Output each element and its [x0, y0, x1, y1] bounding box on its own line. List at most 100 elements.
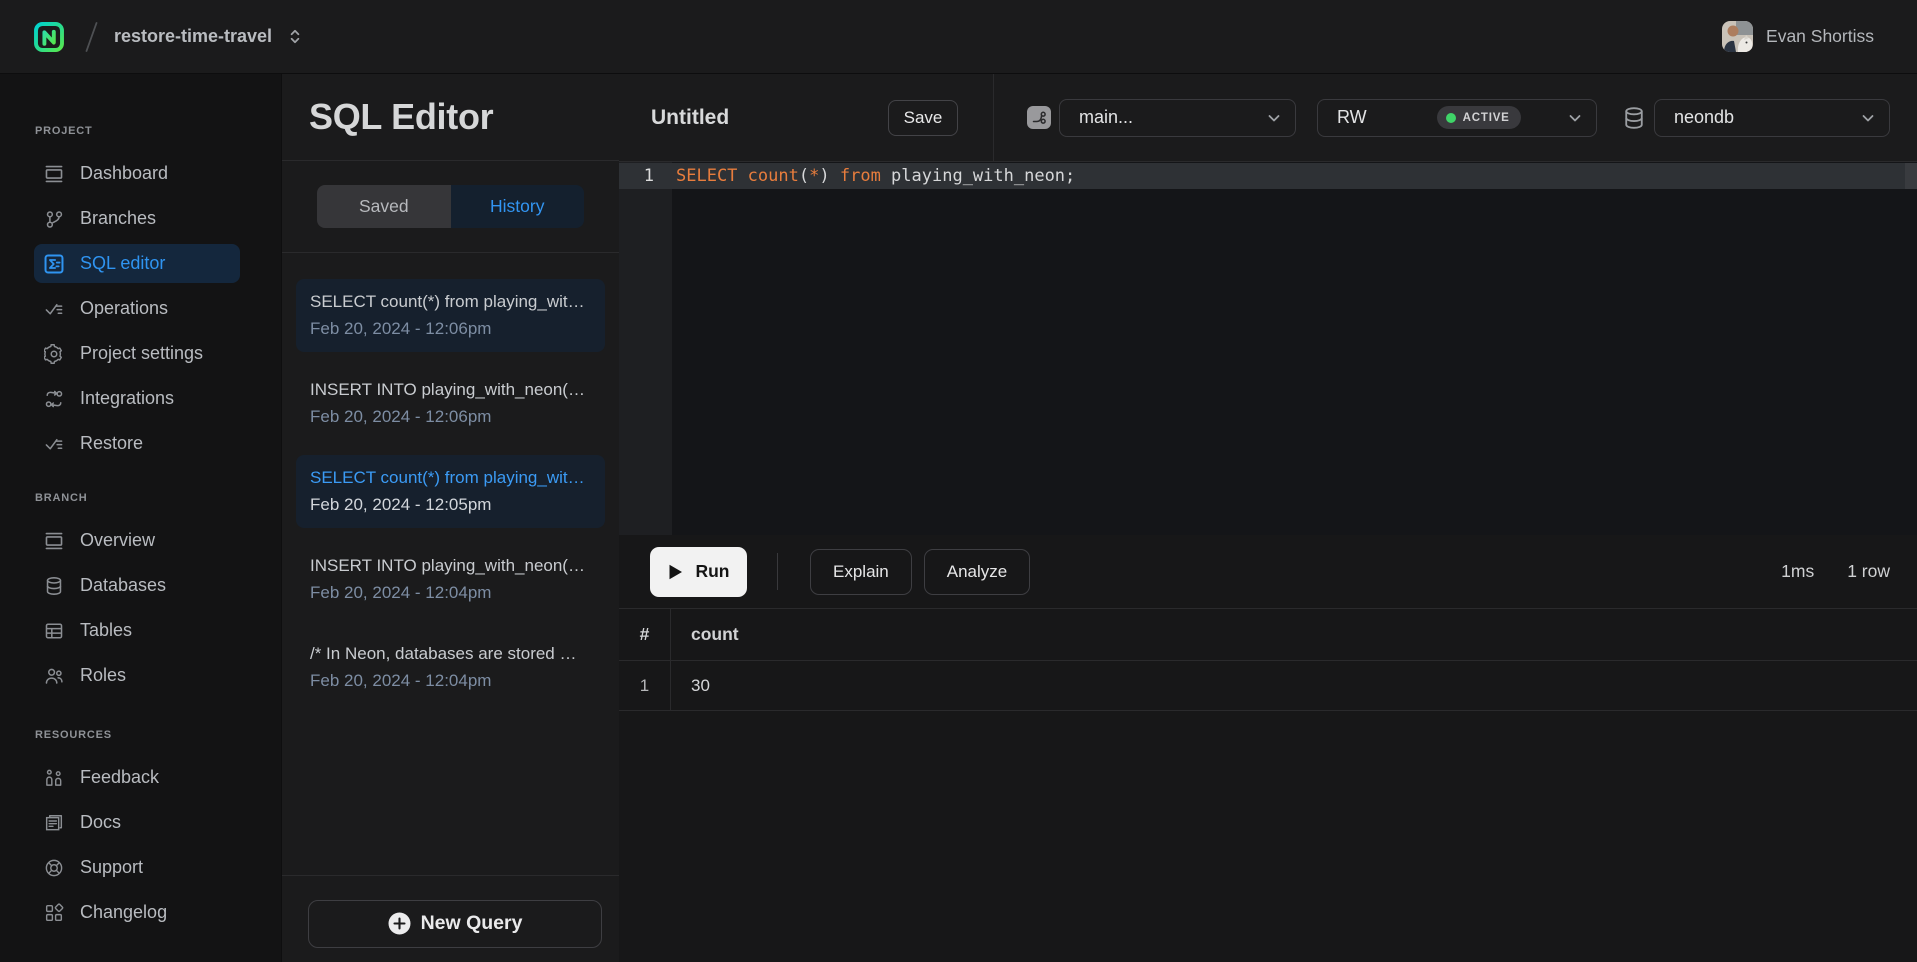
tab-saved[interactable]: Saved [317, 185, 451, 228]
code-editor[interactable]: 1 SELECT count(*) from playing_with_neon… [619, 162, 1917, 535]
sidebar: PROJECT Dashboard Branches SQL editor Operat… [0, 74, 281, 962]
query-actions-row: Run Explain Analyze 1ms 1 row [619, 535, 1917, 608]
feedback-icon [44, 768, 64, 788]
sidebar-item-label: Feedback [80, 767, 159, 788]
compute-select[interactable]: RW ACTIVE [1317, 99, 1597, 137]
history-item[interactable]: SELECT count(*) from playing_wit…Feb 20,… [296, 455, 605, 528]
history-item[interactable]: /* In Neon, databases are stored …Feb 20… [296, 631, 605, 704]
explain-button[interactable]: Explain [810, 549, 912, 595]
sidebar-item-restore[interactable]: Restore [34, 424, 240, 463]
branch-icon [1027, 106, 1051, 129]
neon-logo-icon[interactable] [34, 22, 64, 52]
sidebar-item-label: Restore [80, 433, 143, 454]
queries-tabs-row: Saved History [282, 161, 619, 253]
sidebar-item-databases[interactable]: Databases [34, 566, 240, 605]
sidebar-item-roles[interactable]: Roles [34, 656, 240, 695]
sidebar-item-label: Project settings [80, 343, 203, 364]
sidebar-item-operations[interactable]: Operations [34, 289, 240, 328]
sidebar-item-integrations[interactable]: Integrations [34, 379, 240, 418]
user-avatar[interactable] [1722, 21, 1753, 52]
overview-icon [44, 531, 64, 551]
dashboard-icon [44, 164, 64, 184]
changelog-icon [44, 903, 64, 923]
history-item[interactable]: INSERT INTO playing_with_neon(…Feb 20, 2… [296, 543, 605, 616]
query-duration: 1ms [1781, 561, 1814, 582]
chevron-down-icon [1567, 110, 1583, 126]
sidebar-item-label: Support [80, 857, 143, 878]
page-title: SQL Editor [309, 96, 493, 138]
topbar-user-area: Evan Shortiss [1722, 21, 1917, 52]
history-item-query: SELECT count(*) from playing_wit… [310, 464, 591, 491]
history-item-timestamp: Feb 20, 2024 - 12:06pm [310, 403, 591, 430]
sidebar-item-changelog[interactable]: Changelog [34, 893, 240, 932]
branches-icon [44, 209, 64, 229]
branch-select[interactable]: main... [1059, 99, 1296, 137]
sidebar-item-label: Dashboard [80, 163, 168, 184]
tables-icon [44, 621, 64, 641]
sidebar-item-sql-editor[interactable]: SQL editor [34, 244, 240, 283]
history-item-timestamp: Feb 20, 2024 - 12:06pm [310, 315, 591, 342]
results-row: 130 [619, 661, 1917, 711]
database-select-value: neondb [1674, 107, 1734, 128]
active-status-dot [1446, 113, 1456, 123]
sidebar-item-docs[interactable]: Docs [34, 803, 240, 842]
code-area[interactable]: SELECT count(*) from playing_with_neon; [672, 162, 1917, 535]
sidebar-item-tables[interactable]: Tables [34, 611, 240, 650]
database-select[interactable]: neondb [1654, 99, 1890, 137]
sidebar-item-label: Databases [80, 575, 166, 596]
history-item[interactable]: SELECT count(*) from playing_wit…Feb 20,… [296, 279, 605, 352]
compute-status-badge: ACTIVE [1437, 106, 1521, 129]
tab-history[interactable]: History [451, 185, 585, 228]
panel-footer: New Query [282, 875, 619, 962]
chevron-down-icon [1266, 110, 1282, 126]
history-item[interactable]: INSERT INTO playing_with_neon(…Feb 20, 2… [296, 367, 605, 440]
editor-toolbar: Untitled Save main... [619, 74, 1917, 162]
sidebar-item-label: SQL editor [80, 253, 165, 274]
operations-icon [44, 299, 64, 319]
sidebar-item-label: Overview [80, 530, 155, 551]
sidebar-item-label: Roles [80, 665, 126, 686]
vertical-divider [777, 553, 778, 590]
sidebar-section-branch: BRANCH [35, 488, 281, 508]
user-name[interactable]: Evan Shortiss [1766, 26, 1874, 47]
history-item-timestamp: Feb 20, 2024 - 12:04pm [310, 667, 591, 694]
new-query-button[interactable]: New Query [308, 900, 602, 948]
saved-history-segmented-control: Saved History [317, 185, 584, 228]
sidebar-item-support[interactable]: Support [34, 848, 240, 887]
database-icon [44, 576, 64, 596]
run-button[interactable]: Run [650, 547, 747, 597]
sidebar-item-label: Docs [80, 812, 121, 833]
sidebar-item-feedback[interactable]: Feedback [34, 758, 240, 797]
sidebar-item-label: Tables [80, 620, 132, 641]
sidebar-section-resources: RESOURCES [35, 725, 281, 745]
sidebar-section-project: PROJECT [35, 121, 281, 141]
sidebar-item-dashboard[interactable]: Dashboard [34, 154, 240, 193]
results-header-index: # [619, 609, 671, 660]
breadcrumb-project-name[interactable]: restore-time-travel [114, 26, 272, 47]
analyze-button[interactable]: Analyze [924, 549, 1030, 595]
sidebar-item-project-settings[interactable]: Project settings [34, 334, 240, 373]
project-switcher-chevrons-icon[interactable] [287, 28, 303, 45]
sidebar-item-branches[interactable]: Branches [34, 199, 240, 238]
editor-gutter: 1 [619, 162, 672, 535]
gear-icon [44, 344, 64, 364]
sidebar-item-label: Branches [80, 208, 156, 229]
history-item-query: /* In Neon, databases are stored … [310, 640, 591, 667]
sidebar-item-label: Changelog [80, 902, 167, 923]
top-bar: restore-time-travel Evan Shortiss [0, 0, 1917, 74]
sidebar-item-overview[interactable]: Overview [34, 521, 240, 560]
editor-scrollbar[interactable] [1905, 163, 1917, 189]
query-row-count: 1 row [1847, 561, 1890, 582]
history-item-timestamp: Feb 20, 2024 - 12:05pm [310, 491, 591, 518]
save-button[interactable]: Save [888, 100, 958, 136]
sidebar-item-label: Integrations [80, 388, 174, 409]
run-label: Run [695, 561, 729, 582]
plus-circle-icon [388, 912, 411, 935]
compute-select-value: RW [1337, 107, 1367, 128]
results-header-count: count [671, 609, 1917, 660]
restore-icon [44, 434, 64, 454]
roles-icon [44, 666, 64, 686]
query-history-list: SELECT count(*) from playing_wit…Feb 20,… [282, 253, 619, 875]
editor-main: Untitled Save main... [619, 74, 1917, 962]
play-icon [667, 563, 684, 581]
